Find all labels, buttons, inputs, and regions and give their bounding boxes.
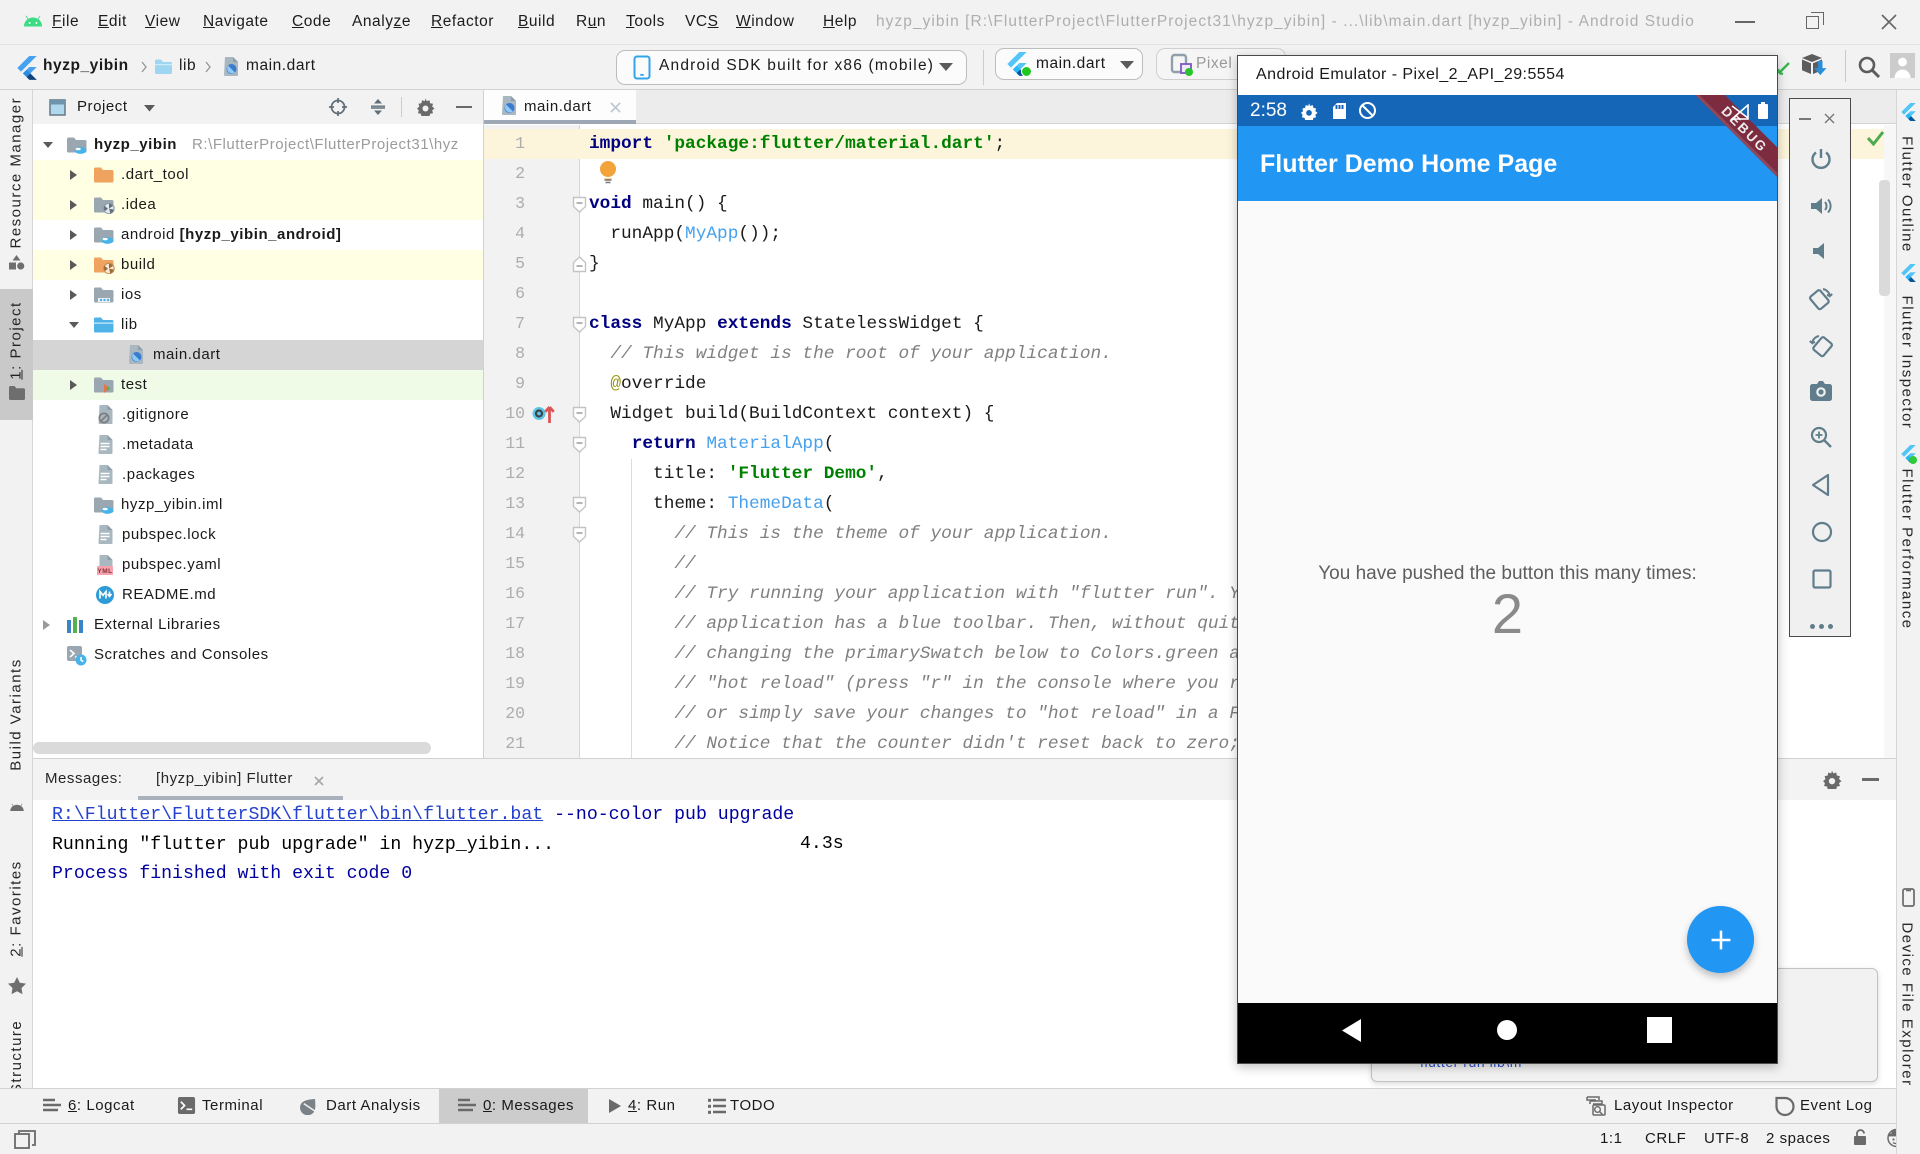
svg-text:YML: YML: [97, 568, 112, 575]
